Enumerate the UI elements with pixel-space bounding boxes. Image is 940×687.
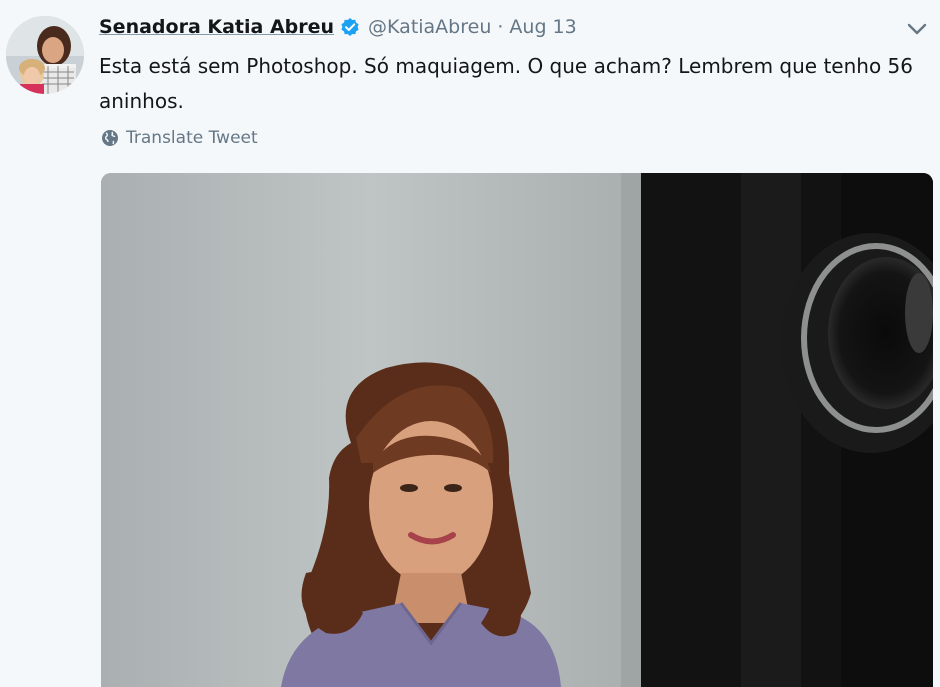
translate-tweet-label: Translate Tweet [126,128,258,148]
tweet-text: Esta está sem Photoshop. Só maquiagem. O… [99,54,914,113]
tweet-card[interactable]: Senadora Katia Abreu @KatiaAbreu · Aug 1… [0,0,940,687]
tweet-timestamp[interactable]: Aug 13 [509,14,576,40]
translate-tweet-link[interactable]: Translate Tweet [101,128,258,148]
separator-dot: · [497,16,504,38]
author-handle[interactable]: @KatiaAbreu [368,14,491,40]
globe-icon [102,130,118,146]
verified-badge-icon [340,17,360,37]
tweet-header: Senadora Katia Abreu @KatiaAbreu · Aug 1… [99,14,577,40]
author-name[interactable]: Senadora Katia Abreu [99,14,334,40]
avatar-image [6,16,84,94]
tweet-photo[interactable] [101,173,933,687]
author-avatar[interactable] [6,16,84,94]
photo-image [101,173,933,687]
chevron-down-icon[interactable] [906,21,928,37]
